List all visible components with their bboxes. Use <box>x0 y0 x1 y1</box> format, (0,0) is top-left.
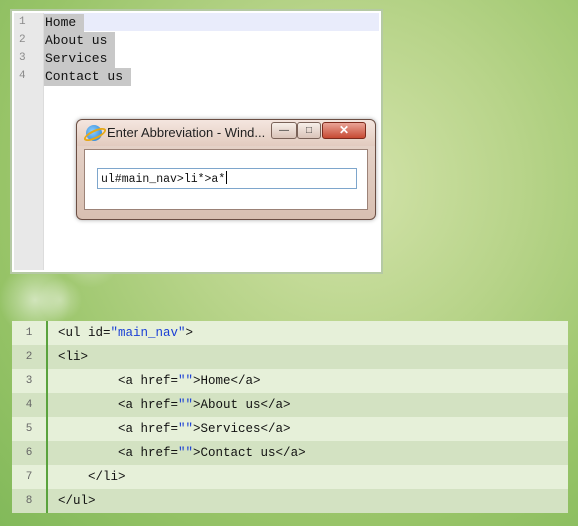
text-caret <box>226 171 228 184</box>
code-line: 5 <a href="">Services</a> <box>12 417 568 441</box>
code-text: <li> <box>58 350 89 364</box>
code-line-number: 7 <box>12 465 48 489</box>
code-line-number: 8 <box>12 489 48 513</box>
abbreviation-input-value: ul#main_nav>li*>a* <box>101 173 226 186</box>
minimize-button[interactable]: — <box>271 122 297 139</box>
code-line: 3 <a href="">Home</a> <box>12 369 568 393</box>
code-line-number: 3 <box>12 369 48 393</box>
editor-line[interactable]: Home <box>44 13 379 32</box>
line-number: 3 <box>19 52 26 64</box>
dialog-body: ul#main_nav>li*>a* <box>84 149 368 210</box>
editor-line[interactable]: Services <box>44 49 379 68</box>
code-line-number: 6 <box>12 441 48 465</box>
code-line-number: 4 <box>12 393 48 417</box>
editor-line[interactable]: Contact us <box>44 67 379 86</box>
line-number: 4 <box>19 70 26 82</box>
code-listing: 1 <ul id="main_nav"> 2 <li> 3 <a href=""… <box>12 321 568 513</box>
maximize-button[interactable]: □ <box>297 122 321 139</box>
code-line-number: 5 <box>12 417 48 441</box>
code-line: 6 <a href="">Contact us</a> <box>12 441 568 465</box>
dialog-title: Enter Abbreviation - Wind... <box>107 125 266 140</box>
selected-text: Contact us <box>44 68 132 86</box>
internet-explorer-icon <box>86 125 102 141</box>
code-text: <a href="">Home</a> <box>58 374 261 388</box>
editor-line[interactable]: About us <box>44 31 379 50</box>
dialog-title-bar[interactable]: Enter Abbreviation - Wind... — □ ✕ <box>77 120 375 146</box>
code-line-number: 1 <box>12 321 48 345</box>
editor-lines: Home About us Services Contact us <box>44 13 379 86</box>
code-text: </li> <box>58 470 126 484</box>
code-text: <a href="">Services</a> <box>58 422 291 436</box>
line-number: 1 <box>19 16 26 28</box>
selected-text: About us <box>44 32 116 50</box>
selected-text: Home <box>44 14 85 32</box>
line-number: 2 <box>19 34 26 46</box>
code-text: <a href="">Contact us</a> <box>58 446 306 460</box>
code-line: 8 </ul> <box>12 489 568 513</box>
close-button[interactable]: ✕ <box>322 122 366 139</box>
code-line: 1 <ul id="main_nav"> <box>12 321 568 345</box>
selected-text: Services <box>44 50 116 68</box>
enter-abbreviation-dialog: Enter Abbreviation - Wind... — □ ✕ ul#ma… <box>76 119 376 220</box>
code-text: </ul> <box>58 494 96 508</box>
code-line: 7 </li> <box>12 465 568 489</box>
abbreviation-input[interactable]: ul#main_nav>li*>a* <box>97 168 357 189</box>
code-line-number: 2 <box>12 345 48 369</box>
code-line: 4 <a href="">About us</a> <box>12 393 568 417</box>
code-line: 2 <li> <box>12 345 568 369</box>
code-text: <a href="">About us</a> <box>58 398 291 412</box>
code-text: <ul id="main_nav"> <box>58 326 194 340</box>
editor-gutter: 1 2 3 4 <box>14 13 44 270</box>
